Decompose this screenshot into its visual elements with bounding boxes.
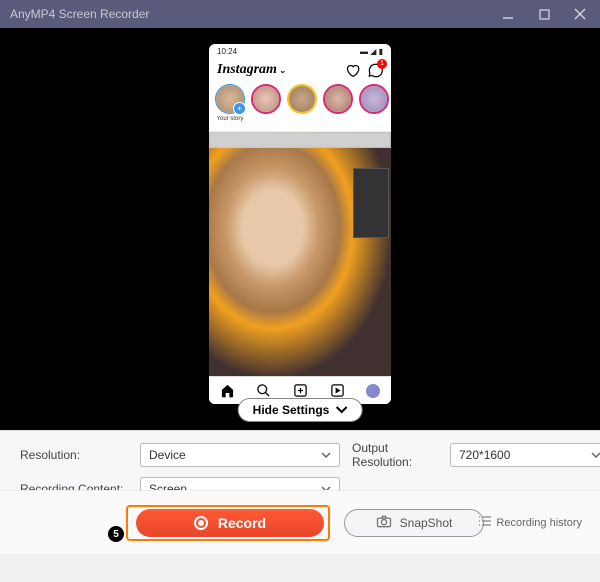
chevron-down-icon — [591, 452, 600, 458]
resolution-dropdown[interactable]: Device — [140, 443, 340, 467]
tutorial-highlight — [126, 505, 330, 541]
home-icon — [220, 383, 235, 398]
reels-icon — [330, 383, 345, 398]
profile-avatar-icon — [366, 384, 380, 398]
app-title: AnyMP4 Screen Recorder — [6, 7, 149, 21]
story-own: Your story — [215, 84, 245, 132]
minimize-button[interactable] — [494, 3, 522, 25]
instagram-header: Instagram — [209, 58, 391, 82]
hide-settings-button[interactable]: Hide Settings — [238, 398, 363, 422]
instagram-logo: Instagram — [217, 62, 286, 78]
stories-row: Your story — [209, 82, 391, 132]
resolution-label: Resolution: — [20, 448, 140, 462]
maximize-button[interactable] — [530, 3, 558, 25]
list-icon — [479, 516, 491, 529]
instagram-post — [209, 132, 391, 376]
camera-icon — [376, 515, 392, 531]
story-item — [323, 84, 353, 132]
search-icon — [256, 383, 271, 398]
chevron-down-icon — [335, 406, 347, 414]
add-post-icon — [293, 383, 308, 398]
preview-area: 10:24 ▬ ◢ ▮ Instagram Your story — [0, 28, 600, 430]
messenger-icon — [368, 63, 383, 78]
record-icon — [194, 516, 208, 530]
heart-icon — [345, 63, 360, 78]
snapshot-button[interactable]: SnapShot — [344, 509, 484, 537]
action-bar: 5 Record SnapShot Recording history — [0, 490, 600, 554]
title-bar: AnyMP4 Screen Recorder — [0, 0, 600, 28]
recording-history-link[interactable]: Recording history — [479, 516, 582, 529]
output-resolution-label: Output Resolution: — [340, 441, 450, 469]
hide-settings-label: Hide Settings — [253, 403, 330, 417]
phone-preview: 10:24 ▬ ◢ ▮ Instagram Your story — [209, 44, 391, 404]
close-button[interactable] — [566, 3, 594, 25]
snapshot-label: SnapShot — [400, 516, 453, 530]
story-item — [251, 84, 281, 132]
story-item — [359, 84, 389, 132]
story-item — [287, 84, 317, 132]
phone-status-bar: 10:24 ▬ ◢ ▮ — [209, 44, 391, 58]
status-icons: ▬ ◢ ▮ — [360, 47, 383, 56]
settings-panel: Resolution: Device Output Resolution: 72… — [0, 430, 600, 490]
history-label: Recording history — [496, 517, 582, 529]
status-time: 10:24 — [217, 47, 237, 56]
tutorial-step-badge: 5 — [108, 526, 124, 542]
chevron-down-icon — [321, 452, 331, 458]
window-controls — [494, 3, 594, 25]
output-resolution-dropdown[interactable]: 720*1600 — [450, 443, 600, 467]
instagram-header-icons — [345, 63, 383, 78]
